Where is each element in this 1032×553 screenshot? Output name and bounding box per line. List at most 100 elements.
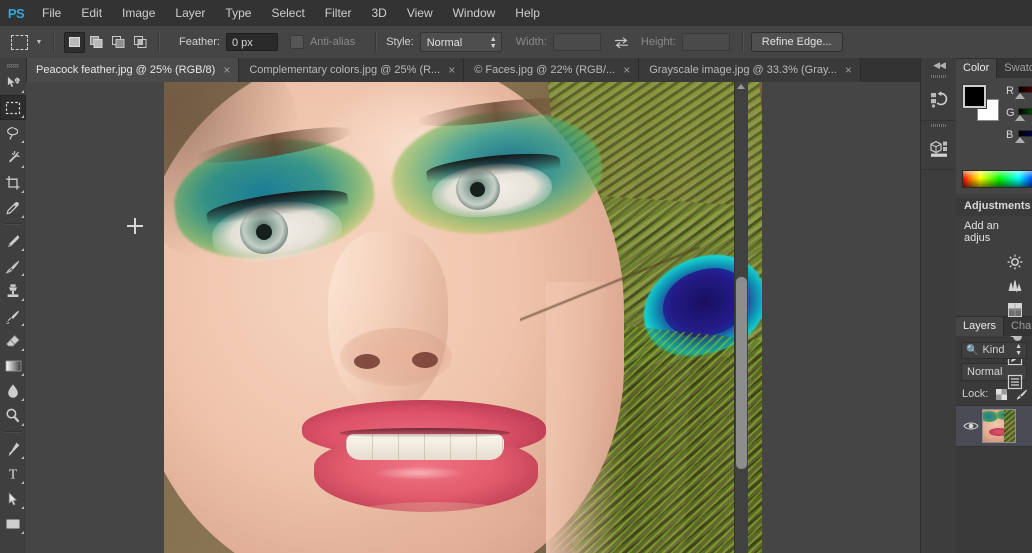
layers-panel-tabs: Layers Chan [956, 316, 1032, 336]
menu-type[interactable]: Type [215, 0, 261, 26]
table-row[interactable] [956, 405, 1032, 447]
tool-flyout-indicator [21, 398, 24, 401]
close-icon[interactable]: × [623, 64, 630, 76]
gradient-tool[interactable] [0, 353, 26, 378]
type-tool[interactable]: T [0, 461, 26, 486]
slider-track-g[interactable] [1015, 108, 1032, 121]
style-select[interactable]: Normal ▲ ▼ [419, 32, 502, 52]
slider-thumb-r[interactable] [1015, 93, 1025, 99]
shape-tool[interactable] [0, 511, 26, 536]
layer-thumbnail[interactable] [982, 409, 1016, 443]
document-tab-complementary-colors[interactable]: Complementary colors.jpg @ 25% (R... × [239, 58, 465, 82]
layer-filter-kind-select[interactable]: 🔍 Kind ▲ ▼ [961, 341, 1027, 359]
color-slider-b[interactable]: B [1006, 128, 1032, 150]
color-slider-r[interactable]: R [1006, 84, 1032, 106]
menu-window[interactable]: Window [443, 0, 506, 26]
3d-panel-icon[interactable] [921, 129, 957, 170]
menu-edit[interactable]: Edit [71, 0, 112, 26]
eyedropper-tool[interactable] [0, 195, 26, 220]
options-divider-4 [741, 32, 744, 52]
eye-icon[interactable] [960, 420, 982, 432]
dock-grip-2[interactable] [921, 121, 957, 129]
document-tab-grayscale-image[interactable]: Grayscale image.jpg @ 33.3% (Gray... × [639, 58, 861, 82]
menu-help[interactable]: Help [505, 0, 550, 26]
slider-thumb-g[interactable] [1015, 115, 1025, 121]
close-icon[interactable]: × [223, 64, 230, 76]
tool-preset-chevron-down-icon[interactable]: ▼ [32, 31, 46, 53]
tools-divider-1 [4, 223, 22, 225]
scrollbar-thumb[interactable] [736, 277, 747, 469]
new-selection-button[interactable] [64, 31, 85, 53]
menu-3d[interactable]: 3D [361, 0, 396, 26]
rectangular-marquee-tool[interactable] [0, 95, 26, 120]
blur-tool[interactable] [0, 378, 26, 403]
anti-alias-checkbox[interactable] [289, 35, 304, 49]
path-selection-tool[interactable] [0, 486, 26, 511]
brush-tool[interactable] [0, 253, 26, 278]
refine-edge-button[interactable]: Refine Edge... [750, 32, 843, 52]
swap-width-height-icon[interactable] [611, 32, 633, 52]
tab-swatches[interactable]: Swatc [997, 59, 1032, 78]
canvas-vertical-scrollbar[interactable] [734, 82, 748, 553]
slider-track-b[interactable] [1015, 130, 1032, 143]
tool-flyout-indicator [21, 215, 24, 218]
spot-healing-brush-tool[interactable] [0, 228, 26, 253]
options-divider-3 [375, 32, 378, 52]
add-to-selection-button[interactable] [86, 32, 107, 53]
close-icon[interactable]: × [448, 64, 455, 76]
levels-icon[interactable] [1002, 274, 1028, 298]
height-input[interactable] [681, 33, 730, 51]
canvas-area[interactable] [26, 82, 920, 553]
history-panel-icon[interactable] [921, 80, 957, 121]
feather-input[interactable]: 0 px [225, 33, 278, 51]
tool-flyout-indicator [21, 348, 24, 351]
lasso-tool[interactable] [0, 120, 26, 145]
subtract-from-selection-button[interactable] [108, 32, 129, 53]
height-label: Height: [640, 36, 676, 48]
document-canvas[interactable] [164, 82, 762, 553]
color-panel-tabs: Color Swatc [956, 58, 1032, 78]
rectangular-marquee-icon[interactable] [6, 30, 32, 54]
width-input[interactable] [552, 33, 601, 51]
tab-color[interactable]: Color [956, 59, 998, 78]
tools-panel-grip[interactable] [0, 58, 26, 70]
crosshair-cursor [127, 218, 143, 234]
dock-grip-1[interactable] [921, 72, 957, 80]
dodge-tool[interactable] [0, 403, 26, 428]
tools-divider-2 [4, 431, 22, 433]
menu-layer[interactable]: Layer [165, 0, 215, 26]
foreground-color-swatch[interactable] [963, 85, 986, 108]
menu-file[interactable]: File [32, 0, 71, 26]
history-brush-tool[interactable] [0, 303, 26, 328]
color-ramp[interactable] [962, 170, 1032, 188]
collapse-panels-icon[interactable]: ◀◀ [921, 58, 957, 72]
options-divider-2 [158, 32, 160, 52]
tool-flyout-indicator [21, 140, 24, 143]
move-tool[interactable] [0, 70, 26, 95]
brightness-contrast-icon[interactable] [1002, 250, 1028, 274]
style-label: Style: [386, 36, 414, 48]
tab-channels[interactable]: Chan [1004, 317, 1032, 336]
document-tab-faces[interactable]: © Faces.jpg @ 22% (RGB/... × [464, 58, 640, 82]
slider-track-r[interactable] [1015, 86, 1032, 99]
tool-flyout-indicator [21, 90, 24, 93]
menu-filter[interactable]: Filter [315, 0, 362, 26]
menu-image[interactable]: Image [112, 0, 165, 26]
eraser-tool[interactable] [0, 328, 26, 353]
lock-image-pixels-icon[interactable] [1015, 388, 1028, 401]
color-slider-g[interactable]: G [1006, 106, 1032, 128]
scroll-up-arrow-icon[interactable] [737, 84, 745, 89]
tab-layers[interactable]: Layers [956, 317, 1005, 336]
document-tab-peacock-feather[interactable]: Peacock feather.jpg @ 25% (RGB/8) × [26, 58, 240, 82]
menu-view[interactable]: View [397, 0, 443, 26]
pen-tool[interactable] [0, 436, 26, 461]
menu-select[interactable]: Select [261, 0, 314, 26]
clone-stamp-tool[interactable] [0, 278, 26, 303]
close-icon[interactable]: × [845, 64, 852, 76]
lock-transparent-pixels-icon[interactable] [995, 388, 1008, 401]
crop-tool[interactable] [0, 170, 26, 195]
intersect-with-selection-button[interactable] [130, 32, 151, 53]
magic-wand-tool[interactable] [0, 145, 26, 170]
document-tab-label: © Faces.jpg @ 22% (RGB/... [474, 64, 616, 76]
slider-thumb-b[interactable] [1015, 137, 1025, 143]
